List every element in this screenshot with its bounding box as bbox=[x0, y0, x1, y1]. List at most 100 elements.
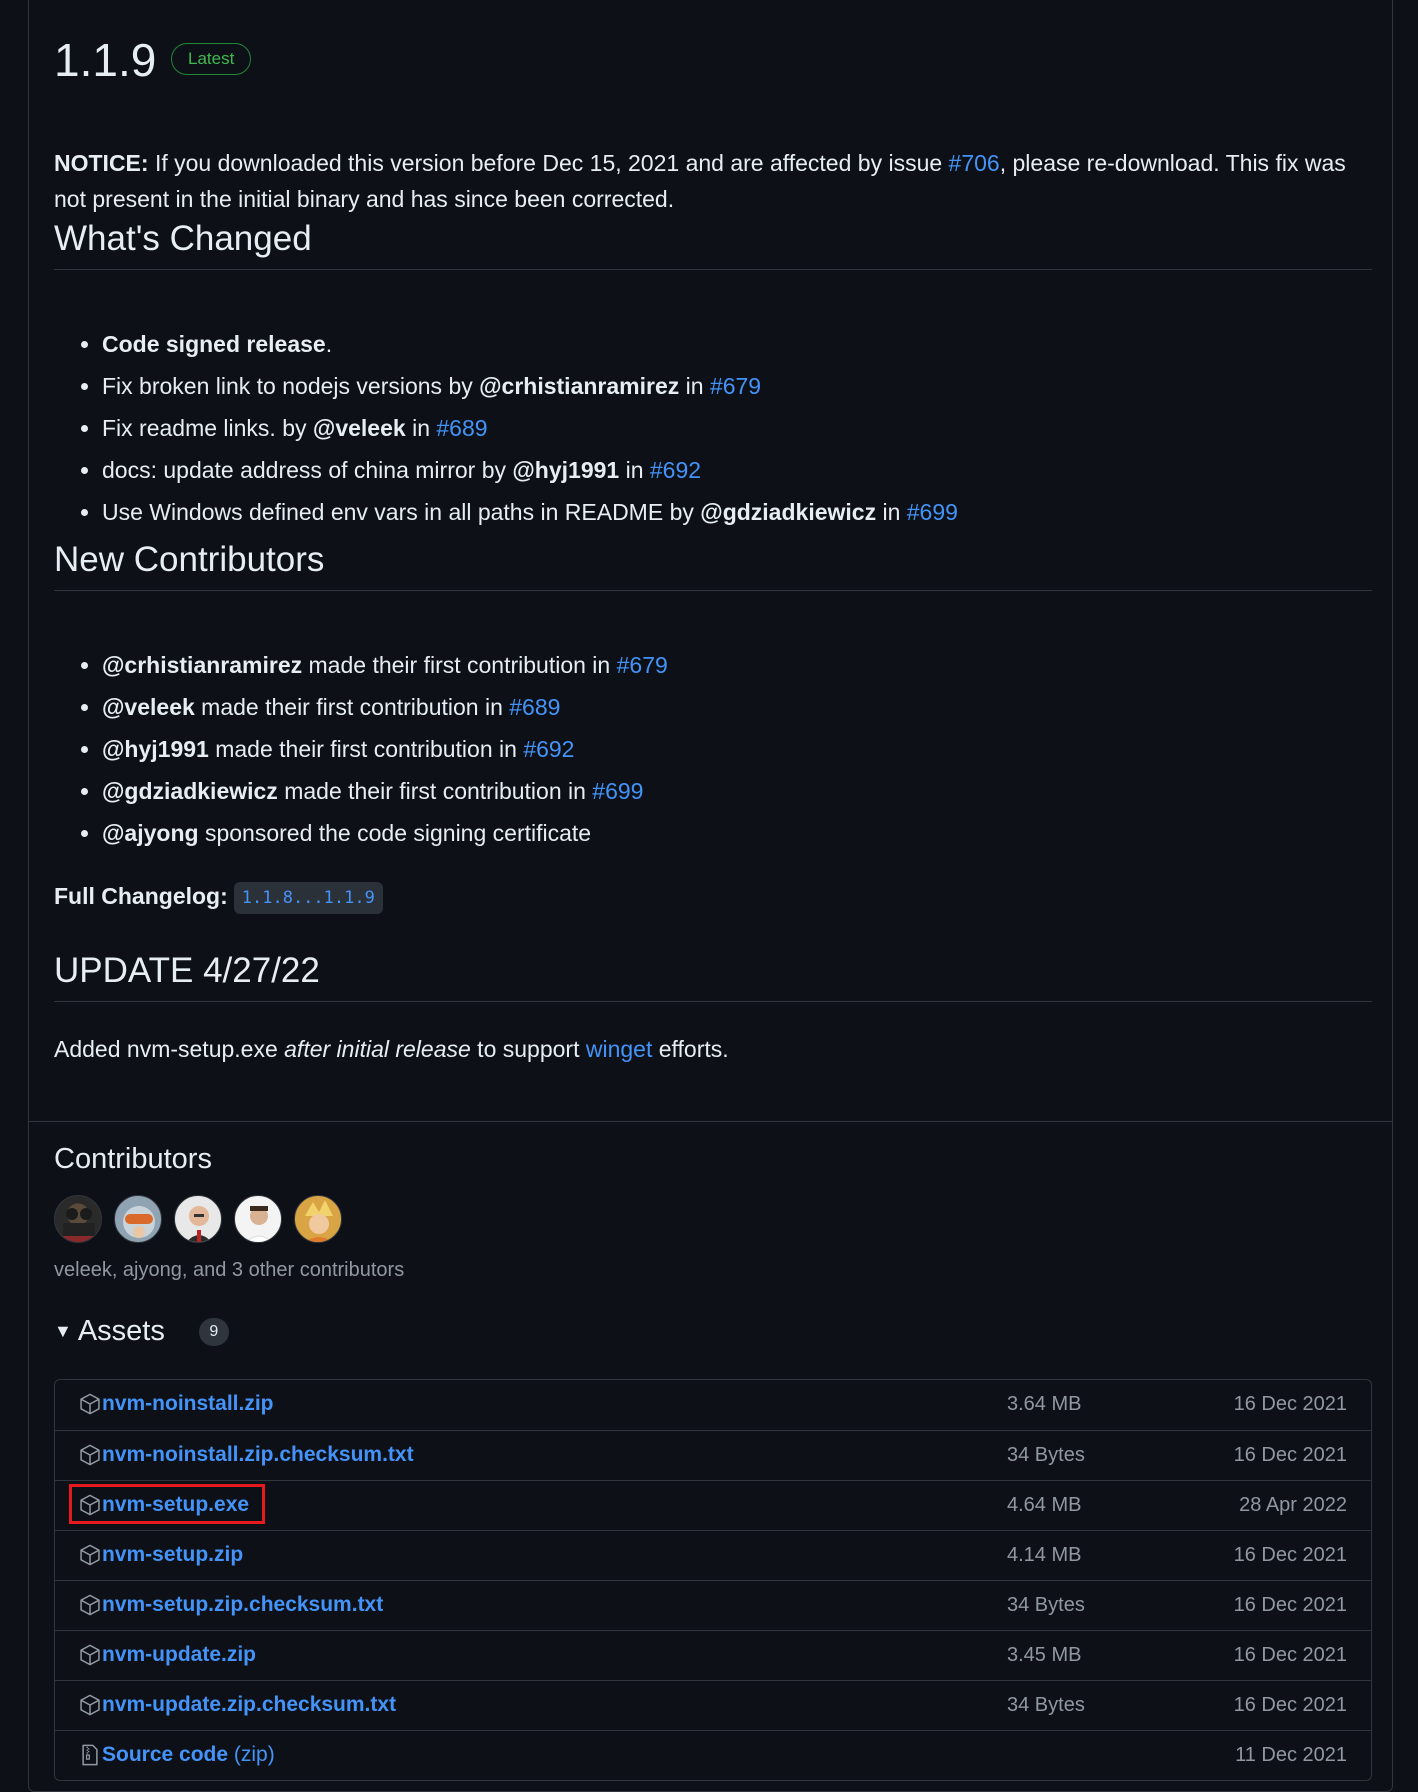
contributors-heading: Contributors bbox=[54, 1143, 212, 1175]
list-item: docs: update address of china mirror by … bbox=[102, 449, 958, 491]
table-row: nvm-setup.exe 4.64 MB 28 Apr 2022 bbox=[55, 1480, 1371, 1530]
notice-text-before: If you downloaded this version before De… bbox=[148, 150, 949, 176]
item-text: made their first contribution in bbox=[194, 694, 510, 720]
pr-link[interactable]: #699 bbox=[592, 778, 643, 804]
asset-suffix: (zip) bbox=[228, 1743, 275, 1766]
package-icon bbox=[80, 1594, 100, 1616]
user-link[interactable]: @hyj1991 bbox=[512, 457, 619, 483]
update-heading: UPDATE 4/27/22 bbox=[54, 951, 1372, 1002]
changelog-compare-link[interactable]: 1.1.8...1.1.9 bbox=[233, 881, 383, 914]
avatar[interactable] bbox=[114, 1195, 162, 1243]
avatar-4-image bbox=[246, 1206, 272, 1242]
avatar[interactable] bbox=[234, 1195, 282, 1243]
item-text: made their first contribution in bbox=[302, 652, 617, 678]
asset-date: 16 Dec 2021 bbox=[1233, 1544, 1347, 1566]
update-text-after: efforts. bbox=[652, 1036, 729, 1062]
list-item: @gdziadkiewicz made their first contribu… bbox=[102, 770, 668, 812]
table-row: nvm-update.zip.checksum.txt 34 Bytes 16 … bbox=[55, 1680, 1371, 1730]
item-bold: Code signed release bbox=[102, 331, 326, 357]
avatar-3-image bbox=[186, 1206, 212, 1242]
package-icon bbox=[80, 1393, 100, 1415]
package-icon bbox=[80, 1644, 100, 1666]
asset-link[interactable]: nvm-update.zip bbox=[102, 1643, 256, 1667]
list-item: @ajyong sponsored the code signing certi… bbox=[102, 812, 668, 854]
update-text: Added nvm-setup.exe after initial releas… bbox=[54, 1031, 729, 1067]
assets-count-badge: 9 bbox=[198, 1317, 229, 1346]
item-text: Fix broken link to nodejs versions by bbox=[102, 373, 480, 399]
pr-link[interactable]: #689 bbox=[436, 415, 487, 441]
item-text: made their first contribution in bbox=[277, 778, 593, 804]
release-body: 1.1.9 Latest NOTICE: If you downloaded t… bbox=[29, 0, 1392, 1122]
item-text: Fix readme links. by bbox=[102, 415, 313, 441]
asset-date: 28 Apr 2022 bbox=[1239, 1494, 1347, 1516]
user-link[interactable]: @veleek bbox=[313, 415, 406, 441]
notice-label: NOTICE: bbox=[54, 150, 149, 176]
winget-link[interactable]: winget bbox=[586, 1036, 652, 1062]
list-item: Code signed release. bbox=[102, 323, 958, 365]
package-icon bbox=[80, 1494, 100, 1516]
asset-size: 3.45 MB bbox=[1007, 1644, 1082, 1666]
asset-link-nvm-setup-exe[interactable]: nvm-setup.exe bbox=[102, 1493, 249, 1517]
avatar[interactable] bbox=[294, 1195, 342, 1243]
user-link[interactable]: @ajyong bbox=[102, 820, 199, 846]
table-row: nvm-noinstall.zip 3.64 MB 16 Dec 2021 bbox=[55, 1380, 1371, 1430]
update-text-mid: to support bbox=[470, 1036, 586, 1062]
asset-size: 3.64 MB bbox=[1007, 1393, 1082, 1415]
item-text: Use Windows defined env vars in all path… bbox=[102, 499, 701, 525]
asset-link[interactable]: nvm-setup.zip bbox=[102, 1543, 243, 1567]
update-text-before: Added nvm-setup.exe bbox=[54, 1036, 285, 1062]
list-item: @hyj1991 made their first contribution i… bbox=[102, 728, 668, 770]
asset-size: 4.14 MB bbox=[1007, 1544, 1082, 1566]
release-version-title[interactable]: 1.1.9 bbox=[54, 33, 156, 87]
user-link[interactable]: @gdziadkiewicz bbox=[102, 778, 278, 804]
asset-link[interactable]: nvm-update.zip.checksum.txt bbox=[102, 1693, 396, 1717]
asset-link[interactable]: nvm-noinstall.zip bbox=[102, 1392, 274, 1416]
assets-toggle[interactable]: ▼ Assets 9 bbox=[54, 1315, 229, 1348]
item-text: made their first contribution in bbox=[208, 736, 524, 762]
pr-link[interactable]: #692 bbox=[650, 457, 701, 483]
list-item: Use Windows defined env vars in all path… bbox=[102, 491, 958, 533]
release-notice: NOTICE: If you downloaded this version b… bbox=[54, 145, 1374, 217]
asset-date: 11 Dec 2021 bbox=[1235, 1744, 1347, 1766]
item-text: docs: update address of china mirror by bbox=[102, 457, 513, 483]
table-row: nvm-setup.zip 4.14 MB 16 Dec 2021 bbox=[55, 1530, 1371, 1580]
package-icon bbox=[80, 1444, 100, 1466]
whats-changed-list: Code signed release. Fix broken link to … bbox=[54, 323, 958, 533]
package-icon bbox=[80, 1694, 100, 1716]
asset-link[interactable]: nvm-noinstall.zip.checksum.txt bbox=[102, 1443, 414, 1467]
pr-link[interactable]: #692 bbox=[523, 736, 574, 762]
asset-date: 16 Dec 2021 bbox=[1233, 1644, 1347, 1666]
contributors-summary: veleek, ajyong, and 3 other contributors bbox=[54, 1259, 405, 1281]
full-changelog: Full Changelog: 1.1.8...1.1.9 bbox=[54, 878, 383, 914]
asset-link-source-zip[interactable]: Source code (zip) bbox=[102, 1743, 275, 1767]
user-link[interactable]: @crhistianramirez bbox=[479, 373, 679, 399]
asset-size: 34 Bytes bbox=[1007, 1694, 1085, 1716]
new-contributors-list: @crhistianramirez made their first contr… bbox=[54, 644, 668, 854]
table-row: nvm-noinstall.zip.checksum.txt 34 Bytes … bbox=[55, 1430, 1371, 1480]
item-in: in bbox=[876, 499, 907, 525]
asset-date: 16 Dec 2021 bbox=[1233, 1594, 1347, 1616]
issue-link-706[interactable]: #706 bbox=[949, 150, 1000, 176]
avatar[interactable] bbox=[54, 1195, 102, 1243]
user-link[interactable]: @gdziadkiewicz bbox=[700, 499, 876, 525]
list-item: @veleek made their first contribution in… bbox=[102, 686, 668, 728]
asset-name-text: Source code bbox=[102, 1743, 229, 1766]
pr-link[interactable]: #679 bbox=[617, 652, 668, 678]
assets-table: nvm-noinstall.zip 3.64 MB 16 Dec 2021 nv… bbox=[54, 1379, 1372, 1781]
pr-link[interactable]: #679 bbox=[710, 373, 761, 399]
user-link[interactable]: @hyj1991 bbox=[102, 736, 209, 762]
pr-link[interactable]: #689 bbox=[509, 694, 560, 720]
table-row: nvm-setup.zip.checksum.txt 34 Bytes 16 D… bbox=[55, 1580, 1371, 1630]
asset-date: 16 Dec 2021 bbox=[1233, 1393, 1347, 1415]
pr-link[interactable]: #699 bbox=[907, 499, 958, 525]
user-link[interactable]: @crhistianramirez bbox=[102, 652, 302, 678]
item-in: in bbox=[619, 457, 650, 483]
asset-size: 4.64 MB bbox=[1007, 1494, 1082, 1516]
table-row: nvm-update.zip 3.45 MB 16 Dec 2021 bbox=[55, 1630, 1371, 1680]
asset-link[interactable]: nvm-setup.zip.checksum.txt bbox=[102, 1593, 383, 1617]
list-item: Fix readme links. by @veleek in #689 bbox=[102, 407, 958, 449]
avatar[interactable] bbox=[174, 1195, 222, 1243]
user-link[interactable]: @veleek bbox=[102, 694, 195, 720]
table-row: Source code (zip) 11 Dec 2021 bbox=[55, 1730, 1371, 1780]
assets-heading-label: Assets bbox=[77, 1315, 165, 1347]
